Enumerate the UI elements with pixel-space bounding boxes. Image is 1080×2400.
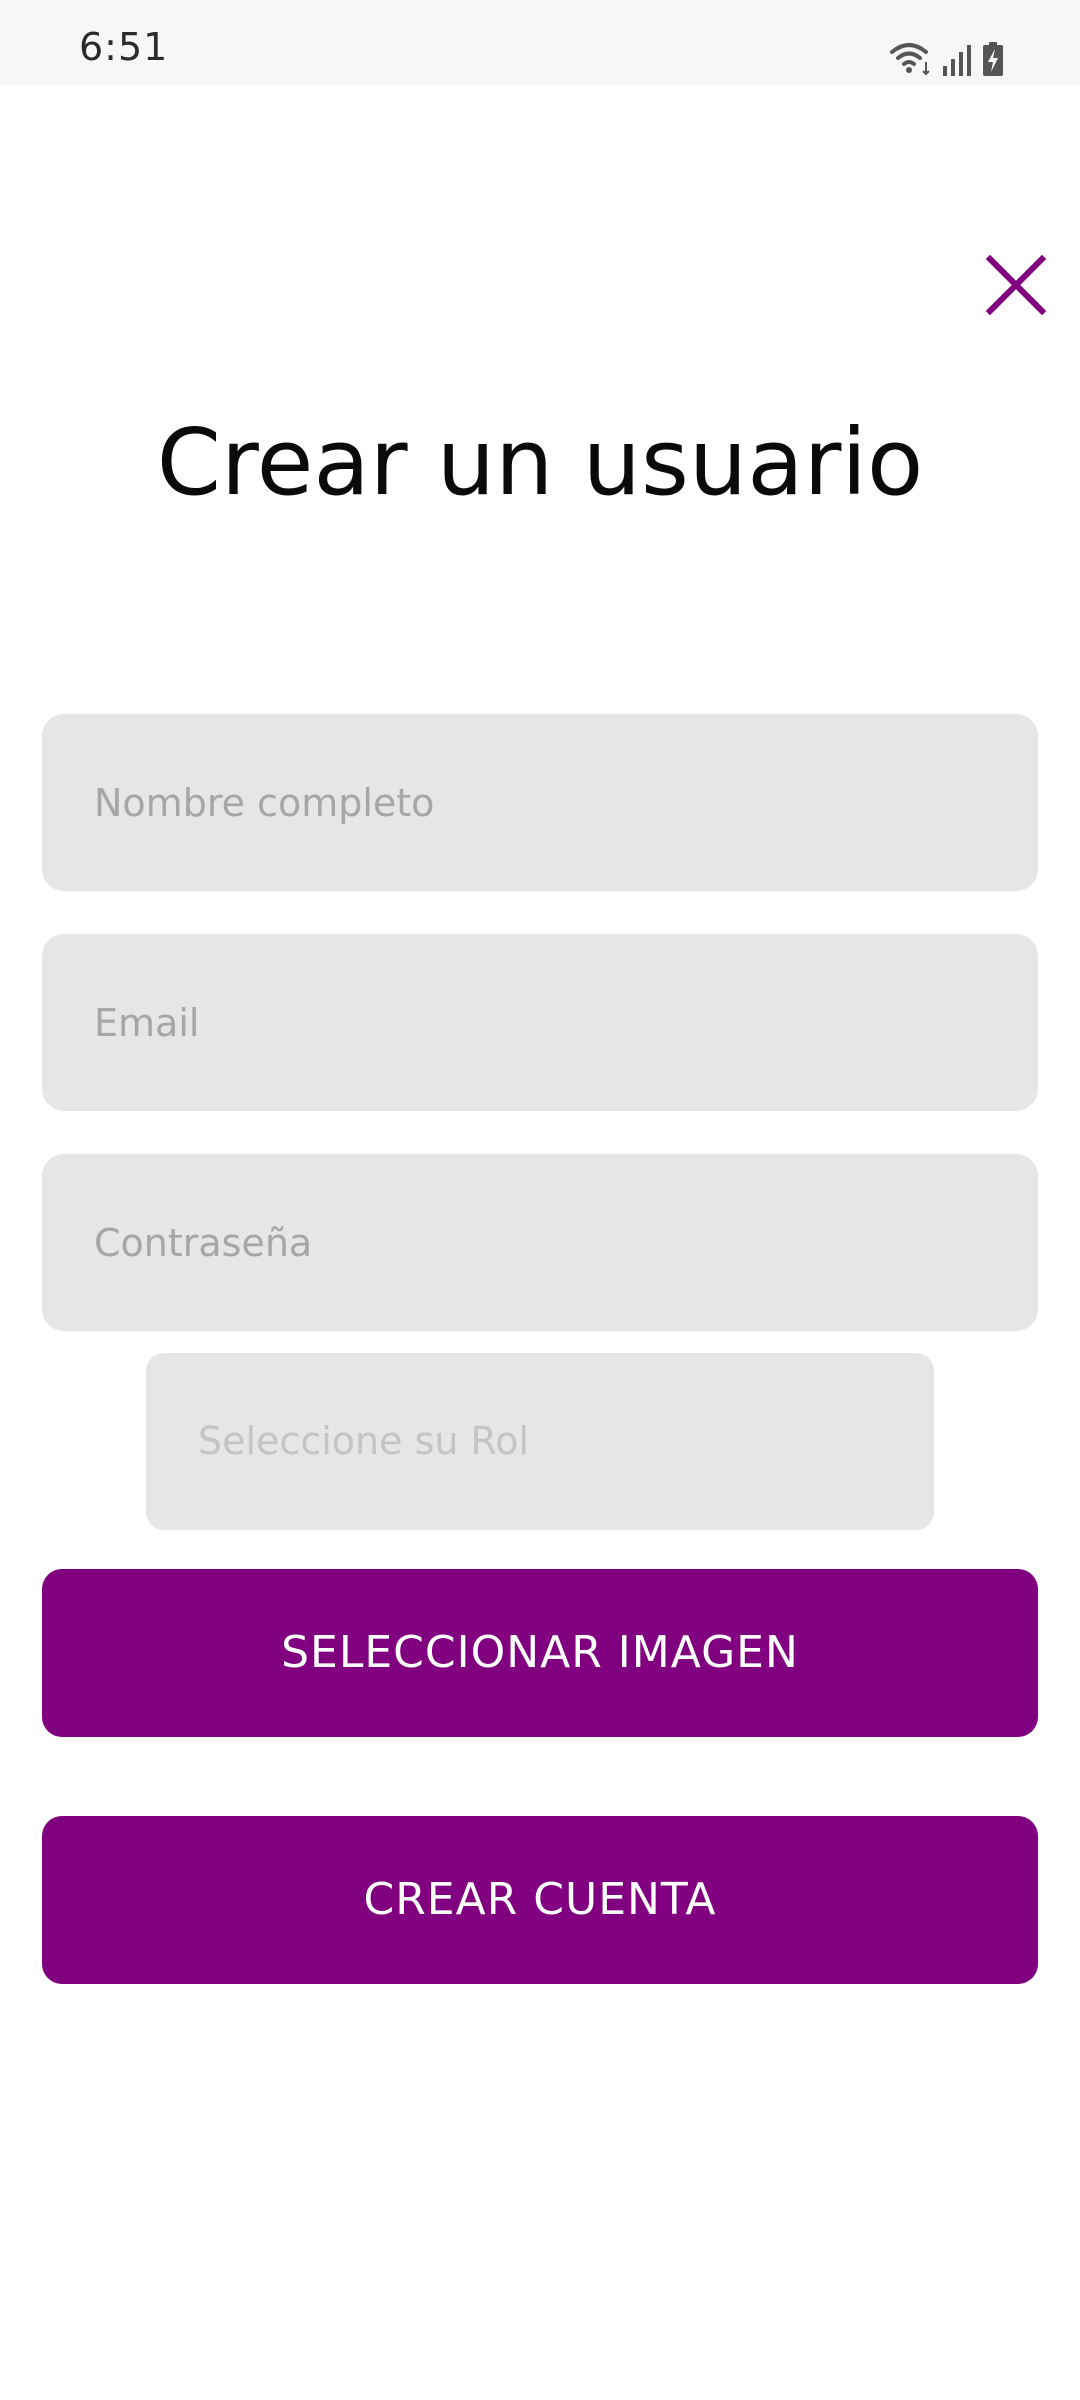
- page-title: Crear un usuario: [156, 409, 924, 516]
- close-button[interactable]: [984, 253, 1048, 317]
- role-select[interactable]: Seleccione su Rol: [146, 1353, 934, 1530]
- status-bar: 6:51: [0, 0, 1080, 85]
- status-time: 6:51: [79, 25, 169, 69]
- battery-charging-icon: [982, 42, 1004, 76]
- password-input[interactable]: [42, 1154, 1038, 1331]
- signal-icon: [942, 44, 972, 76]
- create-account-button[interactable]: CREAR CUENTA: [42, 1816, 1038, 1984]
- select-image-button[interactable]: SELECCIONAR IMAGEN: [42, 1569, 1038, 1737]
- status-icons: [890, 36, 1004, 76]
- close-icon: [985, 254, 1047, 316]
- wifi-icon: [890, 42, 932, 76]
- full-name-input[interactable]: [42, 714, 1038, 891]
- role-select-placeholder: Seleccione su Rol: [198, 1419, 530, 1463]
- email-input[interactable]: [42, 934, 1038, 1111]
